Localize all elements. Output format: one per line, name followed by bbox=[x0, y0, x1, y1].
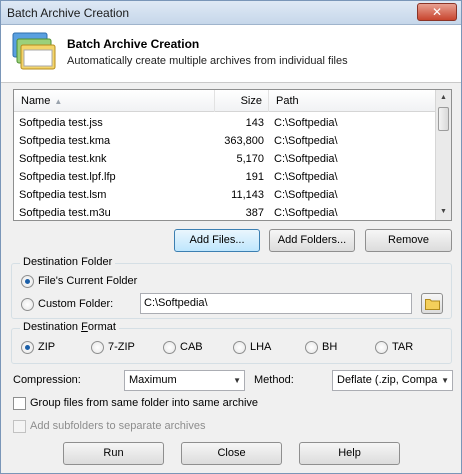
file-size: 387 bbox=[245, 207, 264, 219]
file-path: C:\Softpedia\ bbox=[274, 207, 338, 219]
method-label: Method: bbox=[254, 374, 294, 386]
header-subtitle: Automatically create multiple archives f… bbox=[67, 55, 348, 67]
method-select[interactable]: Deflate (.zip, Compa ▼ bbox=[332, 370, 453, 391]
column-name[interactable]: Name ▲ bbox=[14, 90, 215, 112]
help-button[interactable]: Help bbox=[299, 442, 400, 465]
close-button[interactable]: Close bbox=[181, 442, 282, 465]
file-name: Softpedia test.lsm bbox=[19, 189, 107, 201]
file-size: 11,143 bbox=[231, 189, 264, 201]
radio-format-label: TAR bbox=[392, 341, 414, 353]
file-path: C:\Softpedia\ bbox=[274, 117, 338, 129]
radio-format-lha[interactable] bbox=[233, 341, 246, 354]
custom-folder-input[interactable]: C:\Softpedia\ bbox=[140, 293, 412, 314]
add-subfolders-label: Add subfolders to separate archives bbox=[30, 420, 206, 432]
header-banner: Batch Archive Creation Automatically cre… bbox=[1, 25, 461, 83]
file-path: C:\Softpedia\ bbox=[274, 153, 338, 165]
browse-folder-button[interactable] bbox=[421, 293, 443, 314]
folder-icon bbox=[425, 299, 440, 310]
file-path: C:\Softpedia\ bbox=[274, 189, 338, 201]
file-list-header: Name ▲ Size Path bbox=[14, 90, 437, 112]
radio-format-cab[interactable] bbox=[163, 341, 176, 354]
destination-format-group: Destination Format ZIP 7-ZIP CAB LHA BH TAR bbox=[11, 321, 452, 364]
chevron-down-icon: ▼ bbox=[441, 376, 449, 385]
file-size: 363,800 bbox=[224, 135, 264, 147]
column-path[interactable]: Path bbox=[270, 90, 437, 112]
window-title: Batch Archive Creation bbox=[7, 6, 130, 20]
destination-format-legend: Destination Format bbox=[20, 321, 119, 333]
compression-label: Compression: bbox=[13, 374, 81, 386]
table-row[interactable]: Softpedia test.lpf.lfp 191 C:\Softpedia\ bbox=[14, 168, 437, 186]
header-title: Batch Archive Creation bbox=[67, 37, 200, 51]
destination-folder-legend: Destination Folder bbox=[20, 256, 116, 268]
radio-format-label: 7-ZIP bbox=[108, 341, 135, 353]
table-row[interactable]: Softpedia test.lsm 11,143 C:\Softpedia\ bbox=[14, 186, 437, 204]
destination-folder-group: Destination Folder File's Current Folder… bbox=[11, 256, 452, 319]
chevron-down-icon: ▼ bbox=[233, 376, 241, 385]
method-value: Deflate (.zip, Compa bbox=[337, 374, 438, 386]
radio-current-folder-label: File's Current Folder bbox=[38, 275, 138, 287]
file-name: Softpedia test.kma bbox=[19, 135, 111, 147]
scroll-thumb[interactable] bbox=[438, 107, 449, 131]
column-name-label: Name bbox=[21, 95, 51, 107]
file-name: Softpedia test.jss bbox=[19, 117, 103, 129]
radio-format-tar[interactable] bbox=[375, 341, 388, 354]
add-files-button[interactable]: Add Files... bbox=[174, 229, 260, 252]
scroll-up-arrow-icon[interactable]: ▲ bbox=[436, 90, 451, 106]
close-icon: ✕ bbox=[431, 5, 443, 19]
batch-archive-window: Batch Archive Creation ✕ Batch Archive C… bbox=[0, 0, 462, 474]
file-name: Softpedia test.lpf.lfp bbox=[19, 171, 116, 183]
sort-ascending-icon: ▲ bbox=[54, 97, 63, 106]
file-rows: Softpedia test.jss 143 C:\Softpedia\ Softpe… bbox=[14, 114, 437, 220]
table-row[interactable]: Softpedia test.knk 5,170 C:\Softpedia\ bbox=[14, 150, 437, 168]
add-folders-button[interactable]: Add Folders... bbox=[269, 229, 355, 252]
group-files-checkbox[interactable] bbox=[13, 397, 26, 410]
file-name: Softpedia test.knk bbox=[19, 153, 107, 165]
radio-current-folder[interactable] bbox=[21, 275, 34, 288]
radio-custom-folder[interactable] bbox=[21, 298, 34, 311]
radio-format-bh[interactable] bbox=[305, 341, 318, 354]
group-files-label: Group files from same folder into same a… bbox=[30, 397, 259, 409]
add-subfolders-checkbox[interactable] bbox=[13, 420, 26, 433]
radio-format-label: CAB bbox=[180, 341, 203, 353]
compression-select[interactable]: Maximum ▼ bbox=[124, 370, 245, 391]
file-size: 5,170 bbox=[236, 153, 264, 165]
run-button[interactable]: Run bbox=[63, 442, 164, 465]
table-row[interactable]: Softpedia test.m3u 387 C:\Softpedia\ bbox=[14, 204, 437, 220]
file-list[interactable]: Name ▲ Size Path Softpedia test.jss 143 C:\… bbox=[13, 89, 452, 221]
compression-value: Maximum bbox=[129, 374, 177, 386]
file-path: C:\Softpedia\ bbox=[274, 171, 338, 183]
archive-stack-icon bbox=[11, 31, 57, 77]
radio-custom-folder-label: Custom Folder: bbox=[38, 298, 114, 310]
table-row[interactable]: Softpedia test.jss 143 C:\Softpedia\ bbox=[14, 114, 437, 132]
file-size: 143 bbox=[245, 117, 264, 129]
column-size[interactable]: Size bbox=[216, 90, 269, 112]
radio-format-label: BH bbox=[322, 341, 338, 353]
file-name: Softpedia test.m3u bbox=[19, 207, 111, 219]
remove-button[interactable]: Remove bbox=[365, 229, 452, 252]
file-path: C:\Softpedia\ bbox=[274, 135, 338, 147]
title-bar: Batch Archive Creation ✕ bbox=[1, 1, 461, 25]
radio-format-label: ZIP bbox=[38, 341, 56, 353]
radio-format-label: LHA bbox=[250, 341, 272, 353]
scroll-down-arrow-icon[interactable]: ▼ bbox=[436, 204, 451, 220]
radio-format-zip[interactable] bbox=[21, 341, 34, 354]
file-size: 191 bbox=[245, 171, 264, 183]
table-row[interactable]: Softpedia test.kma 363,800 C:\Softpedia\ bbox=[14, 132, 437, 150]
radio-format-7-zip[interactable] bbox=[91, 341, 104, 354]
close-window-button[interactable]: ✕ bbox=[417, 3, 457, 21]
vertical-scrollbar[interactable]: ▲ ▼ bbox=[435, 90, 451, 220]
